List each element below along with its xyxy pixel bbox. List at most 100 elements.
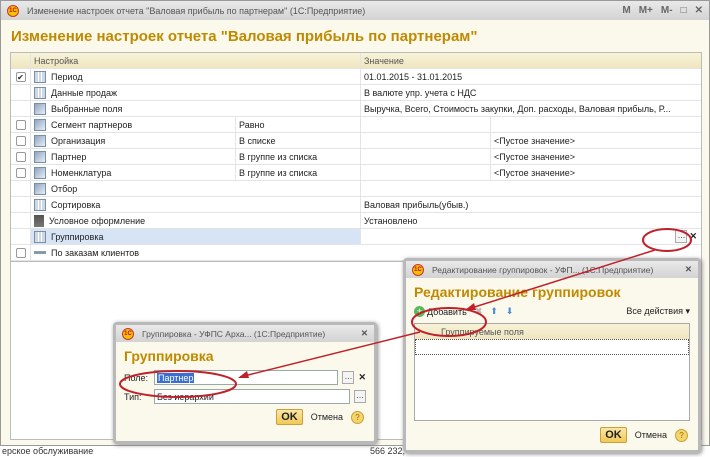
table-header: Настройка Значение	[11, 53, 701, 69]
filter-row[interactable]: Сегмент партнеров Равно	[11, 117, 701, 133]
grouping-dialog: 1С Группировка - УФПС Арха... (1С:Предпри…	[113, 322, 377, 444]
page-title: Изменение настроек отчета "Валовая прибы…	[11, 28, 478, 45]
select-button[interactable]: …	[342, 371, 355, 384]
filter-row[interactable]: Организация В списке <Пустое значение>	[11, 133, 701, 149]
close-button[interactable]: ✕	[695, 5, 703, 16]
setting-name: Сортировка	[51, 199, 101, 210]
filter-icon	[34, 166, 46, 179]
setting-name: Отбор	[51, 183, 78, 194]
close-icon[interactable]: ✕	[361, 328, 368, 339]
maximize-button[interactable]: □	[681, 5, 687, 16]
setting-value[interactable]	[361, 181, 701, 196]
1c-logo-icon: 1С	[7, 4, 19, 17]
filter-row[interactable]: Партнер В группе из списка <Пустое значени…	[11, 149, 701, 165]
grid-icon	[34, 86, 46, 99]
delete-icon[interactable]: ✖	[475, 306, 483, 317]
setting-value[interactable]: В валюте упр. учета с НДС	[361, 85, 701, 100]
filter-value[interactable]: <Пустое значение>	[491, 133, 701, 148]
ok-button[interactable]: OK	[276, 409, 303, 425]
help-icon[interactable]: ?	[351, 410, 364, 424]
header-setting[interactable]: Настройка	[31, 53, 361, 68]
table-row[interactable]: Выбранные поля Выручка, Всего, Стоимость …	[11, 101, 701, 117]
m-button[interactable]: M	[622, 5, 630, 16]
filter-condition[interactable]: В списке	[236, 133, 361, 148]
filter-condition[interactable]: Равно	[236, 117, 361, 132]
filter-name: Сегмент партнеров	[51, 119, 133, 130]
1c-logo-icon: 1С	[412, 263, 424, 276]
select-button[interactable]: …	[675, 230, 688, 243]
checkbox[interactable]	[15, 135, 26, 146]
dialog-heading: Редактирование группировок	[414, 284, 621, 300]
filter-icon	[34, 134, 46, 147]
clear-icon[interactable]: ✕	[689, 231, 697, 242]
1c-logo-icon: 1С	[122, 327, 134, 340]
checkbox[interactable]	[15, 119, 26, 130]
table-row[interactable]: Отбор	[11, 181, 701, 197]
setting-value[interactable]	[361, 229, 675, 244]
edit-groupings-dialog: 1С Редактирование группировок - УФП... (1…	[403, 258, 701, 453]
table-row[interactable]: Сортировка Валовая прибыль(убыв.)	[11, 197, 701, 213]
filter-value[interactable]: <Пустое значение>	[491, 149, 701, 164]
dialog-title: Группировка - УФПС Арха... (1С:Предприят…	[142, 328, 326, 339]
cancel-button[interactable]: Отмена	[635, 430, 667, 440]
plus-icon: +	[414, 306, 425, 317]
background-text: ерское обслуживание	[2, 446, 94, 456]
cancel-button[interactable]: Отмена	[311, 412, 343, 422]
setting-value[interactable]: Установлено	[361, 213, 701, 228]
filter-name: Организация	[51, 135, 106, 146]
column-header[interactable]: Группируемые поля	[415, 324, 689, 339]
m-minus-button[interactable]: M-	[661, 5, 673, 16]
checkbox[interactable]: ✔	[15, 71, 26, 82]
table-row[interactable]: ✔ Период 01.01.2015 - 31.01.2015	[11, 69, 701, 85]
header-value[interactable]: Значение	[361, 53, 701, 68]
field-input[interactable]: Партнер	[154, 370, 339, 385]
filter-name: Партнер	[51, 151, 87, 162]
table-row[interactable]	[415, 339, 689, 355]
all-actions-menu[interactable]: Все действия ▾	[626, 306, 690, 317]
checkbox[interactable]	[15, 247, 26, 258]
add-button[interactable]: + Добавить	[414, 306, 467, 317]
setting-value[interactable]: Выручка, Всего, Стоимость закупки, Доп. …	[361, 101, 701, 116]
table-row[interactable]: Условное оформление Установлено	[11, 213, 701, 229]
clear-icon[interactable]: ✕	[358, 372, 366, 383]
ok-button[interactable]: OK	[600, 427, 627, 443]
setting-name: Выбранные поля	[51, 103, 123, 114]
field-label: Поле:	[124, 372, 149, 383]
m-plus-button[interactable]: M+	[639, 5, 653, 16]
fields-icon	[34, 102, 46, 115]
add-label: Добавить	[427, 306, 467, 317]
setting-name: Группировка	[51, 231, 104, 242]
settings-table: Настройка Значение ✔ Период 01.01.2015 - 3…	[10, 52, 702, 262]
filter-condition[interactable]: В группе из списка	[236, 165, 361, 180]
grid-icon	[34, 70, 46, 83]
filter-value[interactable]: <Пустое значение>	[491, 165, 701, 180]
move-up-icon[interactable]: ⬆	[490, 306, 498, 317]
type-input[interactable]: Без иерархии	[154, 389, 350, 404]
grid-icon	[34, 230, 46, 243]
setting-value[interactable]: Валовая прибыль(убыв.)	[361, 197, 701, 212]
field-value: Партнер	[157, 372, 195, 383]
title-bar: 1С Изменение настроек отчета "Валовая пр…	[1, 1, 709, 20]
setting-name: Период	[51, 71, 83, 82]
filter-value[interactable]	[491, 117, 701, 132]
table-row[interactable]: Данные продаж В валюте упр. учета с НДС	[11, 85, 701, 101]
background-amount: 566 232,	[370, 446, 406, 456]
setting-name: По заказам клиентов	[51, 247, 140, 258]
select-button[interactable]: …	[354, 390, 366, 403]
sort-icon	[34, 198, 46, 211]
checkbox[interactable]	[15, 151, 26, 162]
setting-name: Данные продаж	[51, 87, 117, 98]
filter-icon	[34, 182, 46, 195]
dialog-title: Редактирование группировок - УФП... (1С:…	[432, 264, 654, 275]
table-row[interactable]: Группировка … ✕	[11, 229, 701, 245]
filter-icon	[34, 150, 46, 163]
filter-icon	[34, 118, 46, 131]
move-down-icon[interactable]: ⬇	[506, 306, 514, 317]
close-icon[interactable]: ✕	[685, 264, 692, 275]
help-icon[interactable]: ?	[675, 428, 688, 442]
filter-condition[interactable]: В группе из списка	[236, 149, 361, 164]
type-label: Тип:	[124, 391, 142, 402]
checkbox[interactable]	[15, 167, 26, 178]
filter-row[interactable]: Номенклатура В группе из списка <Пустое зн…	[11, 165, 701, 181]
setting-value[interactable]: 01.01.2015 - 31.01.2015	[361, 69, 701, 84]
